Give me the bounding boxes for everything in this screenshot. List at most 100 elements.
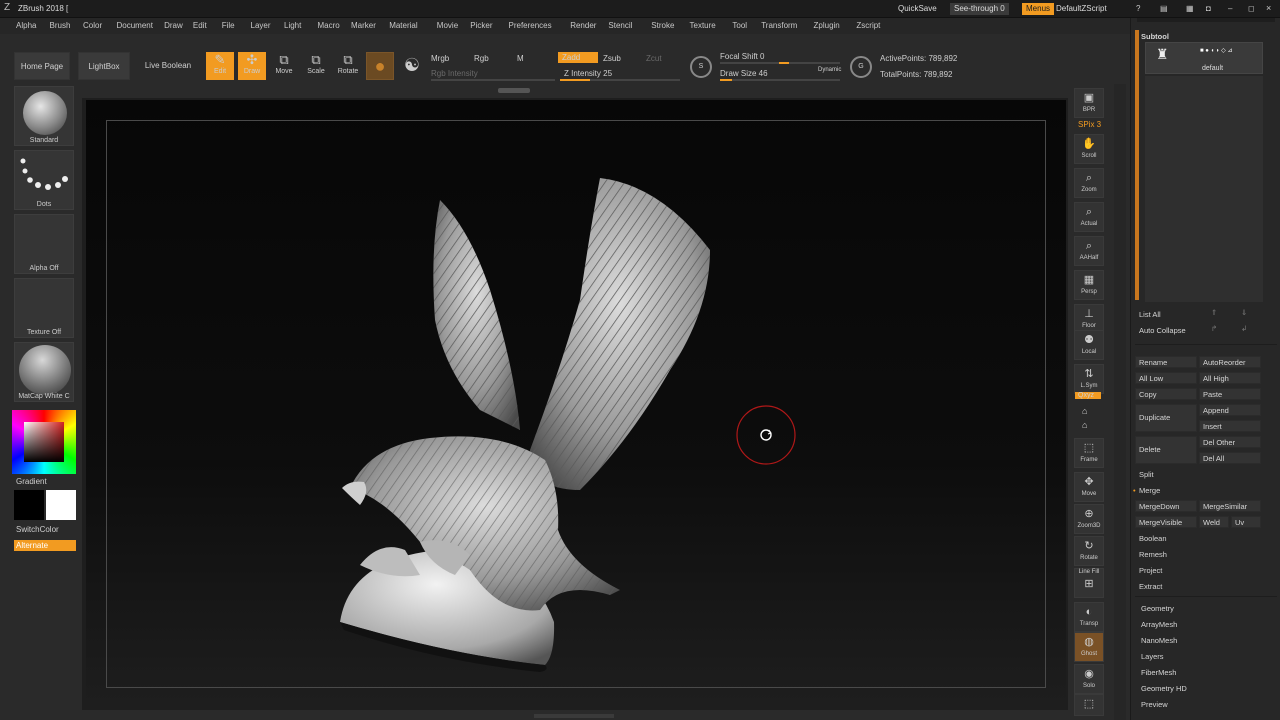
rgb-intensity-slider[interactable] [431, 79, 555, 81]
close-icon[interactable]: × [1266, 3, 1274, 13]
duplicate-button[interactable]: Duplicate [1135, 404, 1197, 432]
merge-visible-button[interactable]: MergeVisible [1135, 516, 1197, 528]
menu-material[interactable]: Material [389, 21, 417, 30]
rotate-z-icon[interactable]: ⌂ [1082, 420, 1087, 430]
draw-button[interactable]: ✣ Draw [238, 52, 266, 80]
bpr-button[interactable]: ▣ BPR [1074, 88, 1104, 118]
persp-button[interactable]: ▦ Persp [1074, 270, 1104, 300]
live-boolean-button[interactable]: Live Boolean [138, 52, 198, 80]
tray-scrollbar[interactable] [1135, 30, 1139, 300]
tool-section-arraymesh[interactable]: ArrayMesh [1141, 620, 1177, 629]
bottom-shelf-grip[interactable] [534, 714, 614, 718]
dynamic-toggle[interactable]: Dynamic [818, 67, 841, 73]
rotate-view-button[interactable]: ↻ Rotate [1074, 536, 1104, 566]
weld-toggle[interactable]: Weld [1199, 516, 1229, 528]
main-color-swatch[interactable] [14, 490, 44, 520]
menu-edit[interactable]: Edit [193, 21, 207, 30]
scale-button[interactable]: ⧉ Scale [302, 52, 330, 80]
menu-tool[interactable]: Tool [732, 21, 747, 30]
move-view-button[interactable]: ✥ Move [1074, 472, 1104, 502]
texture-thumbnail[interactable]: Texture Off [14, 278, 74, 338]
tool-section-preview[interactable]: Preview [1141, 700, 1168, 709]
draw-size-slider[interactable] [720, 79, 840, 81]
menu-stroke[interactable]: Stroke [651, 21, 674, 30]
menu-macro[interactable]: Macro [318, 21, 340, 30]
layout-icon[interactable]: ▤ [1160, 4, 1168, 13]
list-all-button[interactable]: List All [1139, 310, 1161, 319]
edit-button[interactable]: ✎ Edit [206, 52, 234, 80]
zadd-toggle[interactable]: Zadd [558, 52, 598, 63]
script-button[interactable]: DefaultZScript [1052, 3, 1111, 15]
menu-draw[interactable]: Draw [164, 21, 183, 30]
move-down-icon[interactable]: ↲ [1241, 324, 1247, 333]
menu-zplugin[interactable]: Zplugin [814, 21, 840, 30]
visibility-icons[interactable]: ■ ● ◖ ◗ ◇ ⊿ [1200, 47, 1232, 54]
menu-alpha[interactable]: Alpha [16, 21, 36, 30]
subtool-item[interactable]: ♜ ■ ● ◖ ◗ ◇ ⊿ default [1145, 42, 1263, 74]
move-up-icon[interactable]: ↱ [1211, 324, 1217, 333]
actual-button[interactable]: ⌕ Actual [1074, 202, 1104, 232]
mrgb-toggle[interactable]: Mrgb [431, 54, 449, 63]
merge-similar-button[interactable]: MergeSimilar [1199, 500, 1261, 512]
move-button[interactable]: ⧉ Move [270, 52, 298, 80]
rename-button[interactable]: Rename [1135, 356, 1197, 368]
project-section[interactable]: Project [1139, 566, 1162, 575]
palette-icon[interactable]: ▦ [1186, 4, 1194, 13]
zoom-button[interactable]: ⌕ Zoom [1074, 168, 1104, 198]
ghost-button[interactable]: ◍ Ghost [1074, 632, 1104, 662]
menu-light[interactable]: Light [284, 21, 301, 30]
color-square[interactable] [24, 422, 64, 462]
tray-divider[interactable] [1114, 84, 1126, 720]
rotate-y-icon[interactable]: ⌂ [1082, 406, 1087, 416]
material-thumbnail[interactable]: MatCap White C [14, 342, 74, 402]
uv-toggle[interactable]: Uv [1231, 516, 1261, 528]
split-section[interactable]: Split [1139, 470, 1154, 479]
subtool-title[interactable]: Subtool [1141, 32, 1169, 41]
m-toggle[interactable]: M [517, 54, 524, 63]
remesh-section[interactable]: Remesh [1139, 550, 1167, 559]
quicksave-button[interactable]: QuickSave [894, 3, 941, 15]
scroll-button[interactable]: ✋ Scroll [1074, 134, 1104, 164]
menu-file[interactable]: File [222, 21, 235, 30]
switch-color-button[interactable]: SwitchColor [16, 525, 59, 534]
solo-button[interactable]: ◉ Solo [1074, 664, 1104, 694]
secondary-color-swatch[interactable] [46, 490, 76, 520]
auto-reorder-button[interactable]: AutoReorder [1199, 356, 1261, 368]
menu-stencil[interactable]: Stencil [608, 21, 632, 30]
tool-section-fibermesh[interactable]: FiberMesh [1141, 668, 1176, 677]
arrow-down-icon[interactable]: ⇓ [1241, 308, 1247, 317]
gradient-label[interactable]: Gradient [16, 477, 47, 486]
menu-transform[interactable]: Transform [761, 21, 797, 30]
copy-button[interactable]: Copy [1135, 388, 1197, 400]
menu-document[interactable]: Document [117, 21, 153, 30]
menu-marker[interactable]: Marker [351, 21, 376, 30]
spix-setting[interactable]: SPix 3 [1076, 120, 1103, 129]
extract-section[interactable]: Extract [1139, 582, 1162, 591]
menu-movie[interactable]: Movie [437, 21, 458, 30]
line-fill-button[interactable]: Line Fill ⊞ [1074, 568, 1104, 598]
menu-render[interactable]: Render [570, 21, 596, 30]
zcut-toggle[interactable]: Zcut [646, 54, 662, 63]
menu-layer[interactable]: Layer [251, 21, 271, 30]
brush-thumbnail[interactable]: Standard [14, 86, 74, 146]
delete-button[interactable]: Delete [1135, 436, 1197, 464]
color-swatch-button[interactable]: ☯ [398, 52, 426, 80]
transp-button[interactable]: ◐ Transp [1074, 602, 1104, 632]
menu-texture[interactable]: Texture [690, 21, 716, 30]
tool-section-layers[interactable]: Layers [1141, 652, 1164, 661]
all-high-button[interactable]: All High [1199, 372, 1261, 384]
z-intensity-slider[interactable] [560, 79, 680, 81]
menu-zscript[interactable]: Zscript [856, 21, 880, 30]
home-page-button[interactable]: Home Page [14, 52, 70, 80]
alpha-thumbnail[interactable]: Alpha Off [14, 214, 74, 274]
see-through-slider[interactable]: See-through 0 [950, 3, 1009, 15]
menu-preferences[interactable]: Preferences [509, 21, 552, 30]
alternate-button[interactable]: Alternate [14, 540, 76, 551]
eagle-sculpt[interactable] [330, 170, 730, 680]
xpose-button[interactable]: ⬚ [1074, 694, 1104, 716]
lightbox-button[interactable]: LightBox [78, 52, 130, 80]
arrow-up-icon[interactable]: ⇑ [1211, 308, 1217, 317]
tool-section-geometry[interactable]: Geometry [1141, 604, 1174, 613]
zsub-toggle[interactable]: Zsub [603, 54, 621, 63]
stroke-thumbnail[interactable]: Dots [14, 150, 74, 210]
